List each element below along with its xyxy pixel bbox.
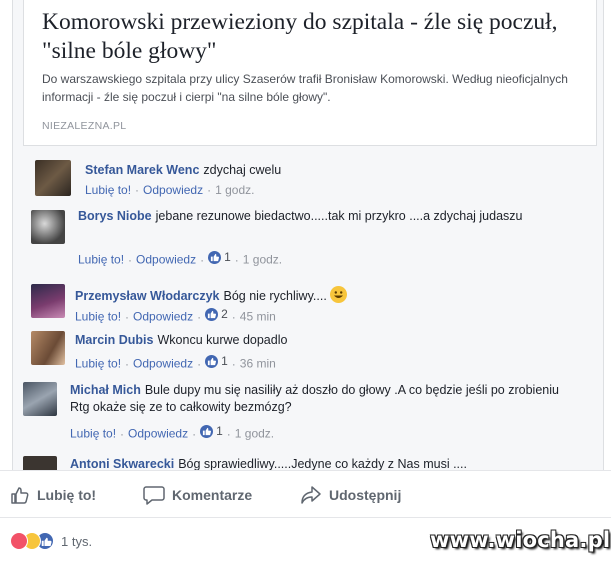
avatar[interactable] [31, 331, 65, 365]
share-button-label: Udostępnij [329, 487, 402, 503]
angry-reaction-icon [10, 532, 28, 550]
comment-text: Bóg nie rychliwy.... [223, 289, 327, 303]
comment-time[interactable]: 1 godz. [215, 183, 254, 197]
comment-text: jebane rezunowe biedactwo.....tak mi prz… [155, 209, 523, 223]
comment-text: Bóg sprawiedliwy.....Jedyne co każdy z N… [178, 457, 467, 470]
post-container: Komorowski przewieziony do szpitala - źl… [12, 0, 604, 470]
link-source: NIEZALEZNA.PL [42, 120, 127, 132]
grinning-emoji-icon [329, 286, 347, 303]
like-button[interactable]: Lubię to! [10, 485, 96, 505]
link-preview-card[interactable]: Komorowski przewieziony do szpitala - źl… [23, 0, 597, 146]
comment-time[interactable]: 45 min [240, 310, 276, 324]
comment-time[interactable]: 1 godz. [235, 427, 274, 441]
link-title[interactable]: Komorowski przewieziony do szpitala - źl… [42, 8, 582, 66]
like-button-label: Lubię to! [37, 487, 97, 503]
share-arrow-icon [301, 486, 321, 504]
comment-like-count[interactable]: 2 [205, 307, 228, 321]
comment-reply-link[interactable]: Odpowiedz [136, 253, 196, 267]
comment-like-link[interactable]: Lubię to! [78, 253, 124, 267]
link-description: Do warszawskiego szpitala przy ulicy Sza… [42, 72, 568, 104]
comment-like-count[interactable]: 1 [205, 354, 228, 368]
comment-like-link[interactable]: Lubię to! [70, 427, 116, 441]
comment-author[interactable]: Przemysław Włodarczyk [75, 289, 220, 303]
reactions-summary[interactable]: 1 tys. [10, 532, 92, 550]
comment-reply-link[interactable]: Odpowiedz [133, 357, 193, 371]
comment-bubble-icon [143, 486, 165, 505]
avatar[interactable] [23, 382, 57, 416]
comment-author[interactable]: Borys Niobe [78, 209, 152, 223]
comment-time[interactable]: 36 min [240, 357, 276, 371]
avatar[interactable] [23, 456, 57, 470]
like-badge-icon [200, 424, 214, 438]
comment-time[interactable]: 1 godz. [243, 253, 282, 267]
comment-like-link[interactable]: Lubię to! [75, 357, 121, 371]
comment-like-link[interactable]: Lubię to! [75, 310, 121, 324]
like-badge-icon [208, 250, 222, 264]
thumbs-up-icon [11, 487, 29, 504]
like-badge-icon [205, 307, 219, 321]
watermark: www.wiocha.pl [430, 528, 611, 552]
share-button[interactable]: Udostępnij [300, 485, 401, 505]
avatar[interactable] [31, 210, 65, 244]
comment-like-count[interactable]: 1 [200, 424, 223, 438]
like-badge-icon [205, 354, 219, 368]
comment-author[interactable]: Marcin Dubis [75, 333, 154, 347]
comment-reply-link[interactable]: Odpowiedz [128, 427, 188, 441]
post-action-bar: Lubię to! Komentarze Udostępnij [0, 470, 611, 518]
comment-like-link[interactable]: Lubię to! [85, 183, 131, 197]
comment-button[interactable]: Komentarze [143, 485, 252, 505]
avatar[interactable] [35, 160, 71, 196]
comment-text: Bule dupy mu się nasiliły aż doszło do g… [70, 383, 559, 414]
comment-button-label: Komentarze [172, 487, 253, 503]
comment-reply-link[interactable]: Odpowiedz [133, 310, 193, 324]
comment-author[interactable]: Antoni Skwarecki [70, 457, 174, 470]
comment-author[interactable]: Stefan Marek Wenc [85, 163, 199, 177]
reaction-count: 1 tys. [61, 533, 93, 549]
comment-reply-link[interactable]: Odpowiedz [143, 183, 203, 197]
comment-like-count[interactable]: 1 [208, 250, 231, 264]
comment-author[interactable]: Michał Mich [70, 383, 141, 397]
comment-text: zdychaj cwelu [203, 163, 282, 177]
avatar[interactable] [31, 284, 65, 318]
comment-text: Wkoncu kurwe dopadlo [157, 333, 288, 347]
